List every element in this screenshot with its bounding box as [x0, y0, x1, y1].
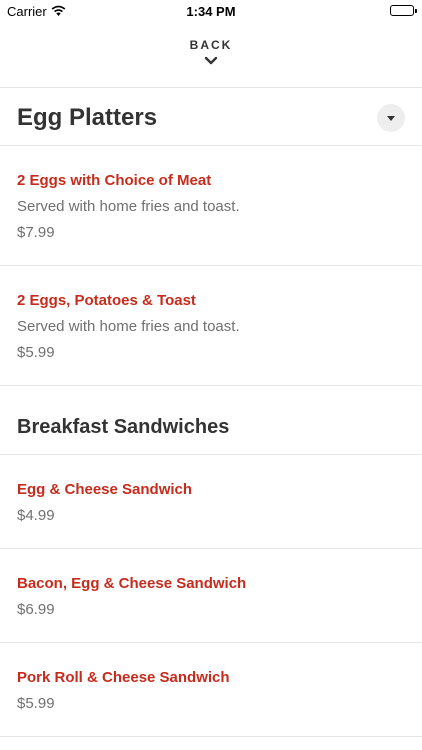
section-header-egg-platters: Egg Platters — [0, 89, 422, 146]
chevron-down-icon — [204, 56, 218, 65]
item-price: $4.99 — [17, 507, 55, 524]
item-name: 2 Eggs, Potatoes & Toast — [17, 292, 196, 309]
item-name: Pork Roll & Cheese Sandwich — [17, 669, 230, 686]
menu-item[interactable]: 2 Eggs with Choice of Meat Served with h… — [0, 146, 422, 266]
battery-icon — [390, 5, 417, 16]
item-description: Served with home fries and toast. — [17, 318, 240, 335]
section-title: Egg Platters — [17, 104, 158, 131]
item-price: $5.99 — [17, 695, 55, 712]
item-price: $5.99 — [17, 344, 55, 361]
section-collapse-button[interactable] — [377, 104, 405, 132]
back-label: BACK — [189, 38, 233, 52]
clock: 1:34 PM — [186, 4, 236, 19]
section-title: Breakfast Sandwiches — [17, 416, 230, 438]
menu-item[interactable]: Pork Roll & Cheese Sandwich $5.99 — [0, 643, 422, 737]
caret-down-icon — [387, 116, 395, 121]
nav-bar: BACK — [0, 22, 422, 88]
item-name: Egg & Cheese Sandwich — [17, 481, 193, 498]
menu-item[interactable]: 2 Eggs, Potatoes & Toast Served with hom… — [0, 266, 422, 386]
section-header-breakfast-sandwiches: Breakfast Sandwiches — [0, 386, 422, 455]
back-button[interactable]: BACK — [161, 38, 261, 78]
menu-item[interactable]: Egg & Cheese Sandwich $4.99 — [0, 455, 422, 549]
item-description: Served with home fries and toast. — [17, 198, 240, 215]
item-name: 2 Eggs with Choice of Meat — [17, 172, 212, 189]
item-price: $7.99 — [17, 224, 55, 241]
menu-item[interactable]: Bacon, Egg & Cheese Sandwich $6.99 — [0, 549, 422, 643]
item-price: $6.99 — [17, 601, 55, 618]
status-bar: Carrier 1:34 PM — [0, 0, 422, 22]
item-name: Bacon, Egg & Cheese Sandwich — [17, 575, 247, 592]
